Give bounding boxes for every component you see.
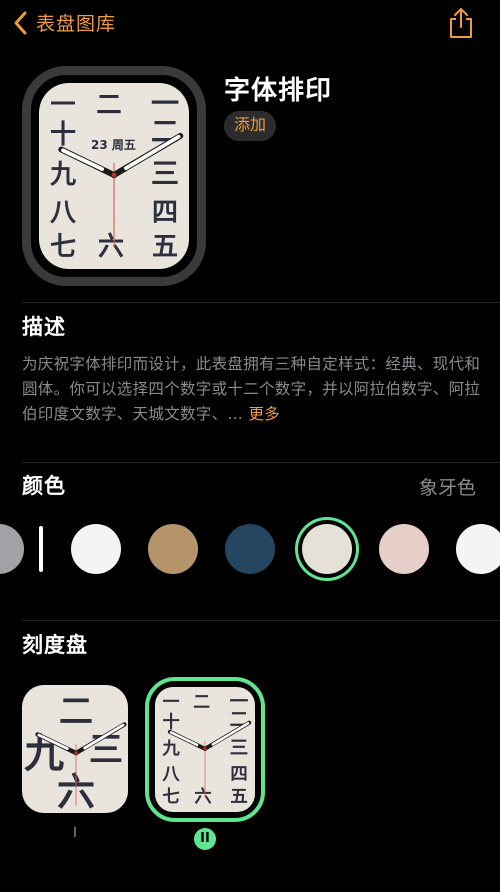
- color-swatch-ivory[interactable]: [302, 524, 352, 574]
- numeral-5: 五: [230, 787, 247, 807]
- back-label: 表盘图库: [36, 13, 117, 35]
- color-swatch-gray[interactable]: [0, 524, 24, 574]
- numeral-8: 八: [50, 198, 77, 228]
- dial-option-1-graphic: 二三九六: [24, 692, 127, 813]
- numeral-3: 三: [151, 157, 179, 190]
- dial-option-2-graphic: 二一二三四五六七八九十一: [161, 691, 252, 807]
- share-icon[interactable]: [448, 7, 474, 39]
- numeral-7: 七: [50, 232, 76, 262]
- numeral-9: 九: [49, 160, 76, 190]
- hand-pivot: [202, 746, 208, 751]
- watch-case: 二一二三四五六七八九十一 23 周五: [22, 66, 206, 286]
- color-heading: 颜色: [22, 474, 66, 498]
- color-swatch-navy[interactable]: [225, 524, 275, 574]
- color-swatch-tan[interactable]: [148, 524, 198, 574]
- numeral-6: 六: [98, 232, 124, 262]
- watch-face-graphic: 二一二三四五六七八九十一23 周五: [49, 87, 184, 262]
- numeral-0: 二: [96, 89, 121, 119]
- divider: [22, 620, 500, 621]
- color-swatch-pink[interactable]: [379, 524, 429, 574]
- numeral-4: 四: [152, 198, 178, 228]
- more-link[interactable]: 更多: [248, 405, 280, 423]
- numeral-10: 十: [162, 712, 179, 733]
- swatch-separator: [39, 526, 43, 572]
- numeral-11: 一: [163, 692, 180, 712]
- divider: [22, 302, 500, 303]
- color-swatch-white-2[interactable]: [456, 524, 500, 574]
- selected-color-value: 象牙色: [418, 477, 476, 499]
- face-title: 字体排印: [224, 76, 333, 106]
- nav-bar: 表盘图库: [0, 0, 500, 50]
- numeral-0: 二: [193, 692, 210, 712]
- date-complication: 23 周五: [91, 138, 136, 152]
- numeral-3: 三: [230, 737, 249, 759]
- chevron-left-icon: [14, 11, 27, 34]
- description-heading: 描述: [22, 315, 66, 339]
- watch-preview: 二一二三四五六七八九十一 23 周五: [22, 66, 206, 286]
- dial-option-1-preview: 二三九六: [22, 685, 128, 813]
- numeral-11: 一: [50, 89, 75, 119]
- color-swatch-list[interactable]: [0, 524, 500, 576]
- numeral-9: 九: [161, 739, 180, 759]
- add-button[interactable]: 添加: [224, 111, 277, 141]
- color-swatch-white[interactable]: [71, 524, 121, 574]
- divider: [22, 462, 500, 463]
- back-button[interactable]: 表盘图库: [12, 9, 116, 36]
- numeral-4: 四: [230, 765, 247, 785]
- numeral-5: 五: [152, 232, 178, 262]
- description-text: 为庆祝字体排印而设计，此表盘拥有三种自定样式：经典、现代和圆体。你可以选择四个数…: [22, 352, 482, 427]
- numeral-8: 八: [162, 765, 180, 785]
- numeral-7: 七: [162, 787, 179, 807]
- dial-heading: 刻度盘: [22, 633, 88, 657]
- watch-face: 二一二三四五六七八九十一 23 周五: [39, 83, 189, 269]
- dial-option-2-preview: 二一二三四五六七八九十一: [155, 687, 255, 812]
- dial-option-1-label: I: [72, 825, 78, 841]
- hand-pivot: [110, 171, 118, 179]
- hand-pivot: [73, 750, 79, 756]
- numeral-0: 二: [59, 692, 93, 732]
- dial-option-1[interactable]: 二三九六 I: [22, 685, 128, 841]
- dial-option-2-badge: II: [194, 828, 216, 850]
- numeral-6: 六: [194, 786, 211, 807]
- numeral-10: 十: [50, 120, 76, 150]
